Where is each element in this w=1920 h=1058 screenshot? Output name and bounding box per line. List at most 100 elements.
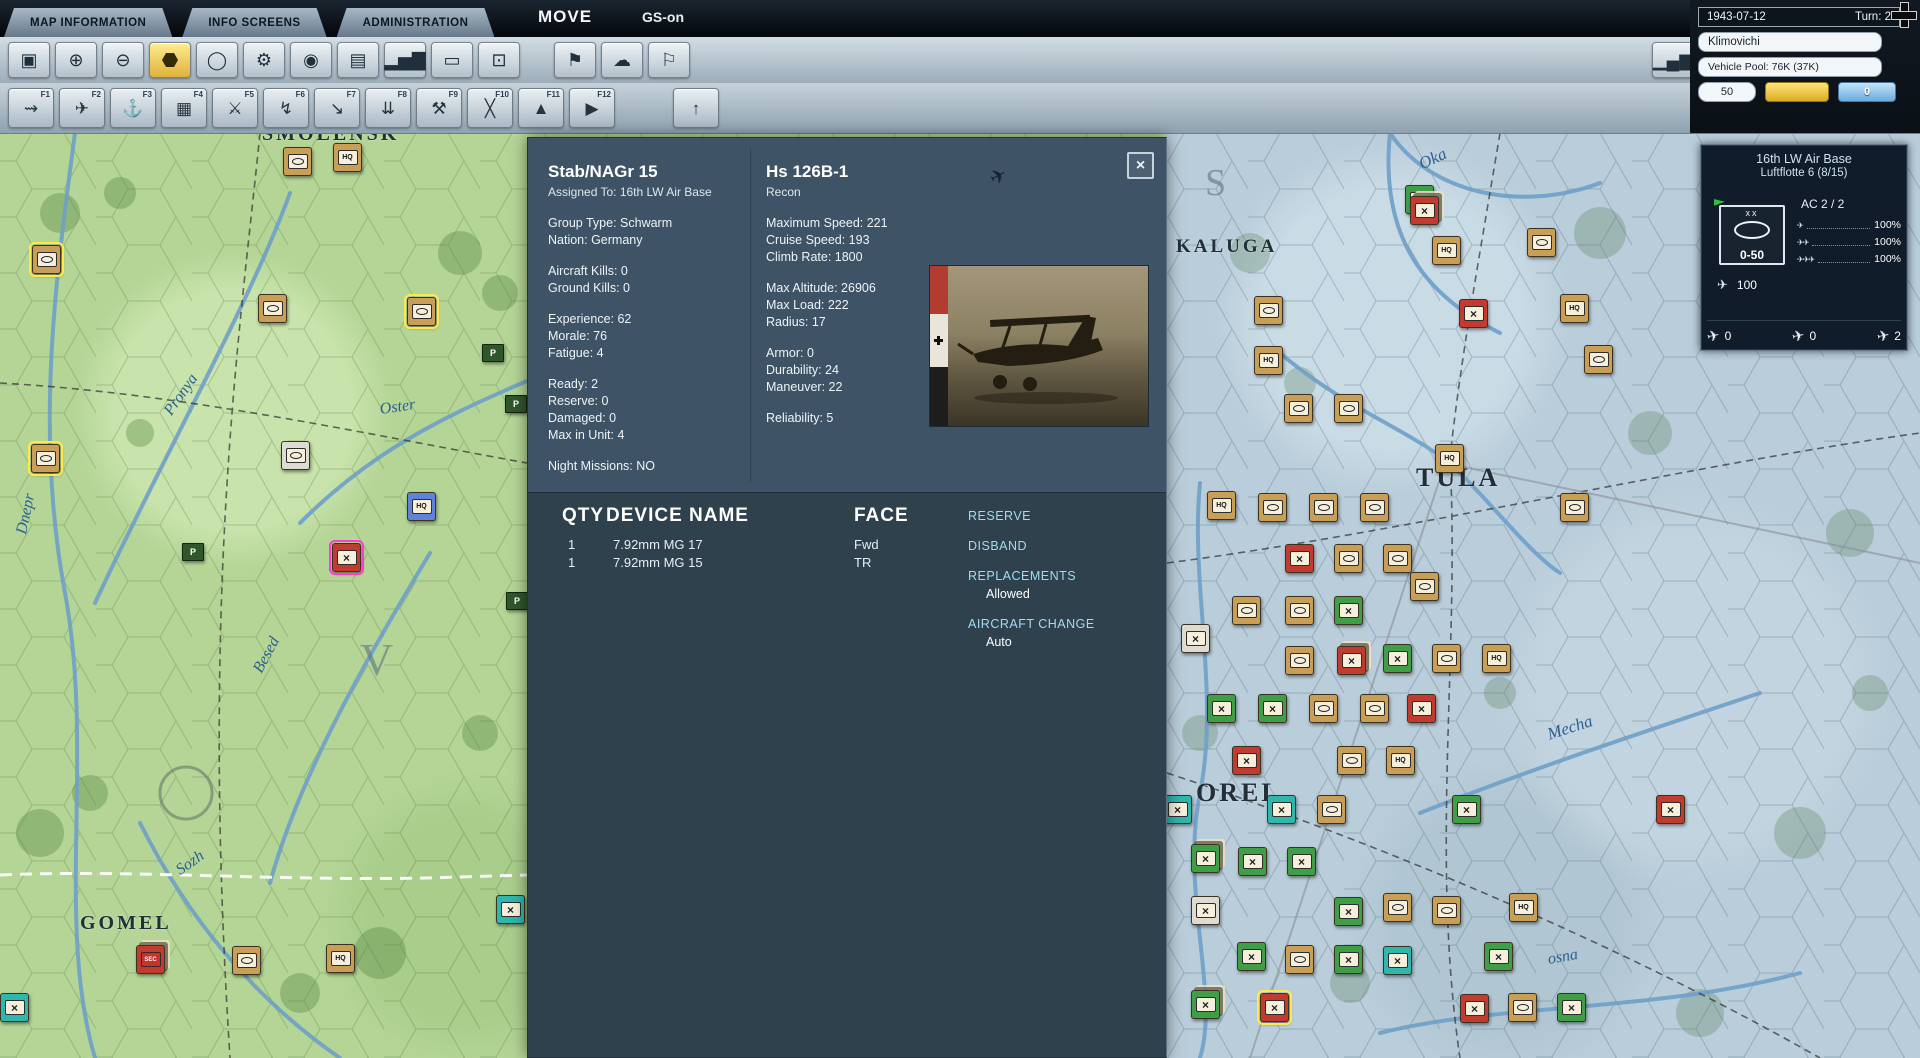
map-unit-counter[interactable] — [1337, 646, 1366, 675]
map-unit-counter[interactable] — [1482, 644, 1511, 673]
map-unit-counter[interactable] — [1334, 945, 1363, 974]
f1-move-mode-icon[interactable]: ⇝ F1 — [8, 88, 54, 128]
map-unit-counter[interactable] — [1410, 572, 1439, 601]
aircraft-change-link[interactable]: AIRCRAFT CHANGE — [968, 617, 1158, 631]
map-unit-counter[interactable] — [1460, 994, 1489, 1023]
f5-air-superiority-icon[interactable]: ⚔ F5 — [212, 88, 258, 128]
map-unit-counter[interactable] — [1207, 491, 1236, 520]
map-unit-counter[interactable] — [1334, 544, 1363, 573]
f7-interdiction-icon[interactable]: ↘ F7 — [314, 88, 360, 128]
map-unit-counter[interactable] — [1207, 694, 1236, 723]
map-unit-counter[interactable] — [1254, 346, 1283, 375]
map-unit-counter[interactable] — [1284, 394, 1313, 423]
map-unit-counter[interactable] — [1258, 493, 1287, 522]
map-unit-counter[interactable] — [496, 895, 525, 924]
map-unit-counter[interactable] — [283, 147, 312, 176]
map-unit-counter[interactable] — [1317, 795, 1346, 824]
jump-map-icon[interactable]: ▤ — [337, 42, 379, 78]
map-unit-counter[interactable] — [1238, 847, 1267, 876]
map-unit-counter[interactable] — [1527, 228, 1556, 257]
zoom-level-box[interactable]: 50 — [1698, 82, 1756, 102]
map-unit-counter[interactable] — [1260, 993, 1289, 1022]
gs-toggle[interactable]: GS-on — [642, 9, 684, 25]
f8-bomb-airfield-icon[interactable]: ⇊ F8 — [365, 88, 411, 128]
map-unit-counter[interactable] — [1181, 624, 1210, 653]
map-unit-counter[interactable] — [1334, 897, 1363, 926]
unit-panel-title[interactable]: 16th LW Air Base — [1701, 152, 1907, 166]
menu-tab[interactable]: MAP INFORMATION — [4, 8, 172, 37]
map-unit-counter[interactable] — [1309, 493, 1338, 522]
map-unit-counter[interactable] — [326, 944, 355, 973]
map-unit-counter[interactable] — [1163, 795, 1192, 824]
aircraft-name[interactable]: Hs 126B-1 — [766, 162, 926, 182]
7.92mm MG 15[interactable]: 1 7.92mm MG 15 TR — [528, 555, 958, 573]
map-unit-counter[interactable] — [136, 945, 165, 974]
map-unit-counter[interactable] — [31, 444, 60, 473]
map-unit-counter[interactable] — [182, 543, 204, 561]
air-doctrine-button[interactable]: ↑ — [673, 88, 719, 128]
map-unit-counter[interactable] — [505, 395, 527, 413]
map-unit-counter[interactable] — [1232, 746, 1261, 775]
map-unit-counter[interactable] — [1191, 896, 1220, 925]
close-button[interactable]: × — [1127, 152, 1154, 179]
f3-naval-transport-icon[interactable]: ⚓ F3 — [110, 88, 156, 128]
map-unit-counter[interactable] — [1258, 694, 1287, 723]
reserve-link[interactable]: RESERVE — [968, 509, 1158, 523]
map-unit-counter[interactable] — [506, 592, 528, 610]
map-unit-counter[interactable] — [1191, 844, 1220, 873]
aircraft-count-button[interactable]: ✈ 0 — [1707, 327, 1731, 345]
unit-mode-icon[interactable]: ◉ — [290, 42, 332, 78]
map-unit-counter[interactable] — [1508, 993, 1537, 1022]
f4-rail-mode-icon[interactable]: ▦ F4 — [161, 88, 207, 128]
map-unit-counter[interactable] — [281, 441, 310, 470]
f9-bomb-city-icon[interactable]: ⚒ F9 — [416, 88, 462, 128]
map-unit-counter[interactable] — [1383, 544, 1412, 573]
map-unit-counter[interactable] — [407, 492, 436, 521]
map-unit-counter[interactable] — [1410, 196, 1439, 225]
disband-link[interactable]: DISBAND — [968, 539, 1158, 553]
map-unit-counter[interactable] — [1285, 646, 1314, 675]
zoom-in-icon[interactable]: ⊕ — [55, 42, 97, 78]
map-unit-counter[interactable] — [232, 946, 261, 975]
f12-auto-air-icon[interactable]: ▶ F12 — [569, 88, 615, 128]
hex-grid-toggle-icon[interactable] — [149, 42, 191, 78]
f10-air-transport-icon[interactable]: ╳ F10 — [467, 88, 513, 128]
replacements-link[interactable]: REPLACEMENTS — [968, 569, 1158, 583]
map-unit-counter[interactable] — [1656, 795, 1685, 824]
aircraft-count-button[interactable]: ✈ 2 — [1877, 327, 1901, 345]
map-unit-counter[interactable] — [1560, 493, 1589, 522]
map-unit-counter[interactable] — [1267, 795, 1296, 824]
map-unit-counter[interactable] — [1287, 847, 1316, 876]
map-unit-counter[interactable] — [1386, 746, 1415, 775]
settings-gear-icon[interactable]: ⚙ — [243, 42, 285, 78]
menu-tab[interactable]: INFO SCREENS — [182, 8, 326, 37]
map-unit-counter[interactable] — [1232, 596, 1261, 625]
move-orders-flag-icon[interactable]: ⚑ — [554, 42, 596, 78]
aircraft-count-button[interactable]: ✈ 0 — [1792, 327, 1816, 345]
map-unit-counter[interactable] — [1383, 644, 1412, 673]
f6-ground-support-icon[interactable]: ↯ F6 — [263, 88, 309, 128]
weather-icon[interactable]: ☁ — [601, 42, 643, 78]
map-unit-counter[interactable] — [1484, 942, 1513, 971]
map-unit-counter[interactable] — [1584, 345, 1613, 374]
graph-icon[interactable]: ▂▅▇ — [384, 42, 426, 78]
airbase-counter[interactable]: xx 0-50 — [1719, 205, 1785, 265]
map-unit-counter[interactable] — [1432, 644, 1461, 673]
map-unit-counter[interactable] — [258, 294, 287, 323]
select-rect-icon[interactable]: ▭ — [431, 42, 473, 78]
map-unit-counter[interactable] — [1285, 544, 1314, 573]
map-unit-counter[interactable] — [1432, 236, 1461, 265]
map-unit-counter[interactable] — [1237, 942, 1266, 971]
menu-tab[interactable]: ADMINISTRATION — [337, 8, 495, 37]
map-unit-counter[interactable] — [1459, 299, 1488, 328]
7.92mm MG 17[interactable]: 1 7.92mm MG 17 Fwd — [528, 537, 958, 555]
map-unit-counter[interactable] — [1560, 294, 1589, 323]
map-unit-counter[interactable] — [1435, 444, 1464, 473]
map-unit-counter[interactable] — [1383, 893, 1412, 922]
screen-capture-icon[interactable]: ⊡ — [478, 42, 520, 78]
map-unit-counter[interactable] — [1191, 990, 1220, 1019]
map-unit-counter[interactable] — [1285, 945, 1314, 974]
map-unit-counter[interactable] — [1432, 896, 1461, 925]
map-unit-counter[interactable] — [1407, 694, 1436, 723]
map-unit-counter[interactable] — [1254, 296, 1283, 325]
